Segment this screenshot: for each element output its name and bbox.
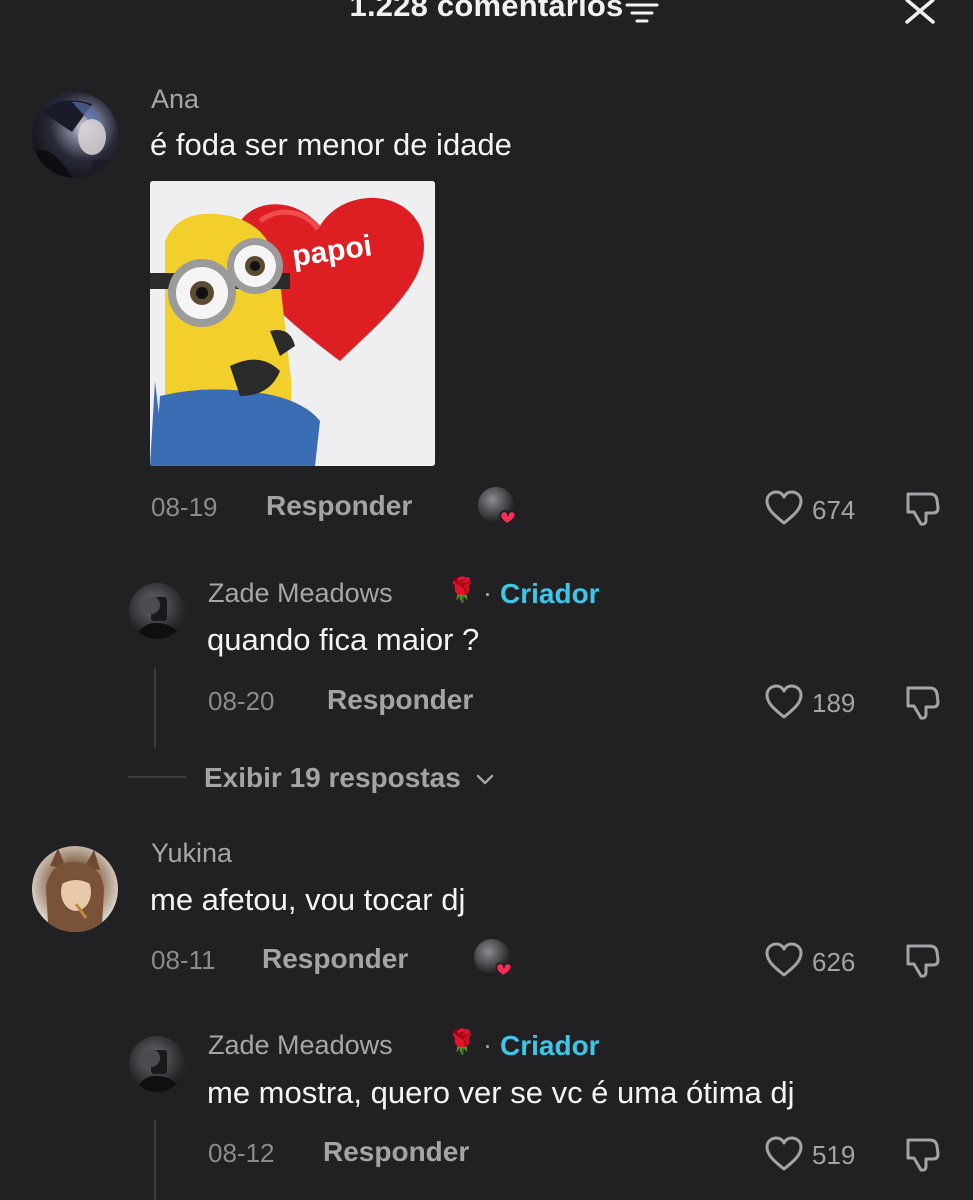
dislike-icon[interactable] [902, 1134, 942, 1174]
reply-button[interactable]: Responder [323, 1136, 469, 1168]
view-replies-label: Exibir 19 respostas [204, 762, 461, 793]
like-count: 519 [812, 1140, 856, 1170]
rose-emoji: 🌹 [447, 1029, 477, 1056]
chevron-down-icon [476, 774, 493, 784]
thread-line [154, 1120, 156, 1200]
reply-username[interactable]: Zade Meadows [208, 578, 393, 609]
reply-button[interactable]: Responder [327, 684, 473, 716]
view-replies-button[interactable]: Exibir 19 respostas [204, 762, 495, 794]
close-icon[interactable] [904, 0, 936, 24]
reply-username[interactable]: Zade Meadows [208, 1030, 393, 1061]
reply-button[interactable]: Responder [266, 490, 412, 522]
reply-text: quando fica maior ? [207, 622, 480, 657]
comments-count-title: 1.228 comentários [349, 0, 624, 23]
avatar[interactable] [129, 1036, 185, 1092]
minion-heart-sticker[interactable]: papoi [150, 181, 435, 466]
like-count: 626 [812, 947, 856, 977]
comment-date: 08-19 [151, 492, 218, 522]
reply-text: me mostra, quero ver se vc é uma ótima d… [207, 1075, 795, 1110]
separator-dot: · [483, 1030, 492, 1060]
heart-outline-icon[interactable] [764, 490, 804, 526]
comment-date: 08-11 [151, 945, 216, 975]
avatar[interactable] [32, 92, 118, 178]
heart-outline-icon[interactable] [764, 1136, 804, 1172]
separator-dot: · [483, 578, 492, 608]
creator-badge: Criador [500, 1030, 600, 1061]
dislike-icon[interactable] [902, 488, 942, 528]
reply-date: 08-20 [208, 686, 275, 716]
comment-text: é foda ser menor de idade [150, 127, 512, 162]
like-count: 189 [812, 688, 856, 718]
heart-outline-icon[interactable] [764, 684, 804, 720]
replies-divider [128, 776, 186, 778]
thread-line [154, 668, 156, 748]
comment-text: me afetou, vou tocar dj [150, 882, 466, 917]
comments-header: 1.228 comentários [0, 0, 973, 40]
avatar[interactable] [32, 846, 118, 932]
rose-emoji: 🌹 [447, 577, 477, 604]
reply-button[interactable]: Responder [262, 943, 408, 975]
avatar[interactable] [129, 583, 185, 639]
creator-liked-avatar [477, 486, 523, 526]
dislike-icon[interactable] [902, 940, 942, 980]
creator-badge: Criador [500, 578, 600, 609]
dislike-icon[interactable] [902, 682, 942, 722]
comment-username[interactable]: Ana [151, 84, 199, 115]
like-count: 674 [812, 495, 856, 525]
heart-outline-icon[interactable] [764, 942, 804, 978]
sort-lines-icon[interactable] [625, 2, 659, 24]
comment-username[interactable]: Yukina [151, 838, 232, 869]
reply-date: 08-12 [208, 1138, 275, 1168]
creator-liked-avatar [473, 938, 519, 978]
